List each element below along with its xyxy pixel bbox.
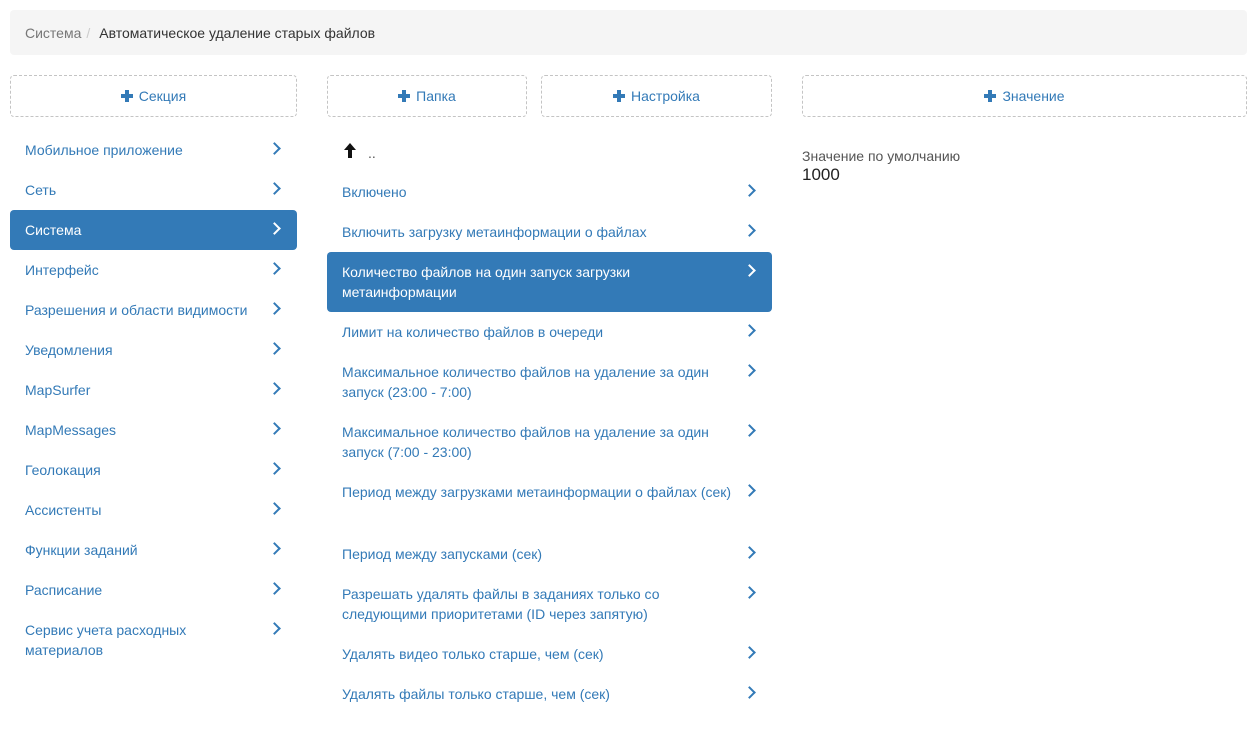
setting-item-label: Удалять файлы только старше, чем (сек)	[342, 686, 610, 702]
plus-icon	[984, 90, 997, 102]
section-item-mobile-app[interactable]: Мобильное приложение	[10, 130, 297, 170]
add-folder-label: Папка	[416, 88, 456, 104]
chevron-right-icon	[743, 184, 756, 197]
chevron-right-icon	[268, 142, 281, 155]
section-item-label: Сервис учета расходных материалов	[25, 622, 187, 658]
add-setting-label: Настройка	[631, 88, 700, 104]
arrow-up-icon	[343, 143, 357, 159]
section-item-label: Уведомления	[25, 342, 113, 358]
chevron-right-icon	[268, 622, 281, 635]
setting-item-label: Максимальное количество файлов на удален…	[342, 424, 709, 460]
chevron-right-icon	[743, 586, 756, 599]
section-item-schedule[interactable]: Расписание	[10, 570, 297, 610]
section-item-task-functions[interactable]: Функции заданий	[10, 530, 297, 570]
section-item-label: Интерфейс	[25, 262, 99, 278]
default-value[interactable]: 1000	[802, 164, 960, 186]
section-item-label: Сеть	[25, 182, 57, 198]
default-value-label: Значение по умолчанию	[802, 148, 961, 164]
chevron-right-icon	[743, 546, 756, 559]
setting-item-label: Разрешать удалять файлы в заданиях тольк…	[342, 586, 660, 622]
setting-item-run-period[interactable]: Период между запусками (сек)	[327, 534, 772, 574]
chevron-right-icon	[268, 182, 281, 195]
plus-icon	[613, 90, 626, 102]
add-section-label: Секция	[138, 88, 187, 104]
chevron-right-icon	[743, 424, 756, 437]
section-item-label: MapSurfer	[25, 382, 91, 398]
setting-item-label: Период между загрузками метаинформации о…	[342, 484, 732, 500]
setting-item-label: Максимальное количество файлов на удален…	[342, 364, 709, 400]
breadcrumb-link-system[interactable]: Система	[25, 25, 81, 41]
setting-item-enable-metainfo-load[interactable]: Включить загрузку метаинформации о файла…	[327, 212, 772, 252]
add-folder-button[interactable]: Папка	[327, 75, 527, 117]
chevron-right-icon	[743, 484, 756, 497]
section-item-label: Ассистенты	[25, 502, 102, 518]
setting-item-max-delete-night[interactable]: Максимальное количество файлов на удален…	[327, 352, 772, 412]
settings-list: .. Включено Включить загрузку метаинформ…	[327, 130, 772, 714]
chevron-right-icon	[268, 302, 281, 315]
section-item-assistants[interactable]: Ассистенты	[10, 490, 297, 530]
add-value-button[interactable]: Значение	[802, 75, 1247, 117]
section-item-network[interactable]: Сеть	[10, 170, 297, 210]
chevron-right-icon	[268, 422, 281, 435]
up-folder-label: ..	[368, 145, 376, 161]
section-item-label: Геолокация	[25, 462, 101, 478]
section-item-label: Разрешения и области видимости	[25, 302, 248, 318]
setting-item-allowed-priorities[interactable]: Разрешать удалять файлы в заданиях тольк…	[327, 574, 772, 634]
section-item-consumables-service[interactable]: Сервис учета расходных материалов	[10, 610, 297, 670]
section-item-label: Мобильное приложение	[25, 142, 183, 158]
setting-item-label: Количество файлов на один запуск загрузк…	[342, 264, 631, 300]
section-item-label: Расписание	[25, 582, 103, 598]
chevron-right-icon	[743, 686, 756, 699]
breadcrumb-current: Автоматическое удаление старых файлов	[99, 24, 376, 41]
section-item-label: MapMessages	[25, 422, 117, 438]
setting-item-label: Удалять видео только старше, чем (сек)	[342, 646, 604, 662]
section-item-geolocation[interactable]: Геолокация	[10, 450, 297, 490]
section-item-notifications[interactable]: Уведомления	[10, 330, 297, 370]
chevron-right-icon	[743, 264, 756, 277]
chevron-right-icon	[268, 462, 281, 475]
section-item-label: Система	[25, 222, 82, 238]
up-folder-link[interactable]: ..	[327, 130, 772, 172]
chevron-right-icon	[743, 646, 756, 659]
setting-item-video-age[interactable]: Удалять видео только старше, чем (сек)	[327, 634, 772, 674]
chevron-right-icon	[743, 364, 756, 377]
setting-item-label: Период между запусками (сек)	[342, 546, 543, 562]
setting-item-max-delete-day[interactable]: Максимальное количество файлов на удален…	[327, 412, 772, 472]
section-item-interface[interactable]: Интерфейс	[10, 250, 297, 290]
add-setting-button[interactable]: Настройка	[541, 75, 772, 117]
plus-icon	[398, 90, 411, 102]
default-value-panel: Значение по умолчанию 1000	[802, 148, 960, 186]
setting-item-file-age[interactable]: Удалять файлы только старше, чем (сек)	[327, 674, 772, 714]
chevron-right-icon	[268, 542, 281, 555]
add-section-button[interactable]: Секция	[10, 75, 297, 117]
setting-item-label: Включено	[342, 184, 407, 200]
setting-item-files-per-run[interactable]: Количество файлов на один запуск загрузк…	[327, 252, 772, 312]
section-item-system[interactable]: Система	[10, 210, 297, 250]
plus-icon	[120, 90, 133, 102]
section-item-mapsurfer[interactable]: MapSurfer	[10, 370, 297, 410]
setting-item-metainfo-period[interactable]: Период между загрузками метаинформации о…	[327, 472, 772, 534]
chevron-right-icon	[268, 342, 281, 355]
chevron-right-icon	[268, 582, 281, 595]
sections-list: Мобильное приложение Сеть Система Интерф…	[10, 130, 297, 670]
setting-item-queue-limit[interactable]: Лимит на количество файлов в очереди	[327, 312, 772, 352]
section-item-permissions[interactable]: Разрешения и области видимости	[10, 290, 297, 330]
chevron-right-icon	[268, 262, 281, 275]
chevron-right-icon	[268, 382, 281, 395]
breadcrumb: Система / Автоматическое удаление старых…	[10, 10, 1247, 55]
section-item-label: Функции заданий	[25, 542, 138, 558]
add-value-label: Значение	[1002, 88, 1065, 104]
chevron-right-icon	[743, 324, 756, 337]
section-item-mapmessages[interactable]: MapMessages	[10, 410, 297, 450]
chevron-right-icon	[268, 502, 281, 515]
setting-item-label: Лимит на количество файлов в очереди	[342, 324, 604, 340]
breadcrumb-separator: /	[86, 24, 91, 41]
chevron-right-icon	[743, 224, 756, 237]
chevron-right-icon	[268, 222, 281, 235]
setting-item-label: Включить загрузку метаинформации о файла…	[342, 224, 647, 240]
setting-item-enabled[interactable]: Включено	[327, 172, 772, 212]
